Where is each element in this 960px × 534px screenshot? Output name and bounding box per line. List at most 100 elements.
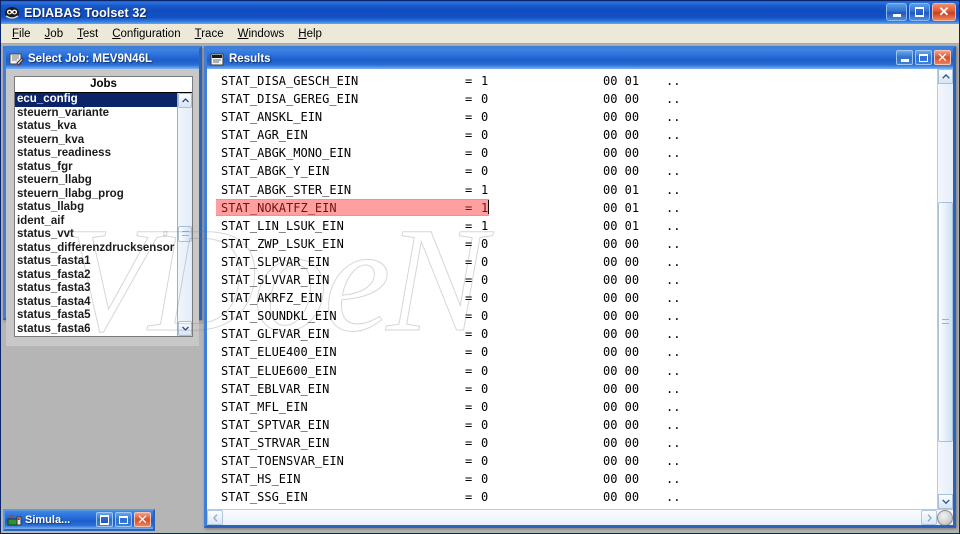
result-row[interactable]: STAT_DISA_GESCH_EIN = 1 00 01.. — [207, 72, 937, 90]
result-value: 0 — [481, 453, 489, 468]
job-list-item[interactable]: status_kva — [15, 120, 177, 134]
results-window-controls: ✕ — [896, 50, 951, 65]
results-icon — [210, 53, 225, 66]
menu-item-job[interactable]: Job — [38, 26, 71, 42]
job-list-item[interactable]: status_differenzdrucksensor — [15, 242, 177, 256]
result-row[interactable]: STAT_SLPVAR_EIN = 0 00 00.. — [207, 253, 937, 271]
result-row[interactable]: STAT_ANSKL_EIN = 0 00 00.. — [207, 108, 937, 126]
results-maximize-button[interactable] — [915, 50, 932, 65]
result-row[interactable]: STAT_DISA_GEREG_EIN = 0 00 00.. — [207, 90, 937, 108]
job-list-item[interactable]: ecu_config — [15, 93, 177, 107]
job-list-item[interactable]: steuern_kva — [15, 134, 177, 148]
result-row[interactable]: STAT_ABGK_MONO_EIN = 0 00 00.. — [207, 144, 937, 162]
result-row[interactable]: STAT_EBLVAR_EIN = 0 00 00.. — [207, 380, 937, 398]
result-row[interactable]: STAT_ZWP_LSUK_EIN = 0 00 00.. — [207, 235, 937, 253]
result-row[interactable]: STAT_SPTVAR_EIN = 0 00 00.. — [207, 416, 937, 434]
result-row[interactable]: STAT_AGR_EIN = 0 00 00.. — [207, 126, 937, 144]
results-vertical-scrollbar[interactable] — [937, 69, 953, 509]
results-body: STAT_DISA_GESCH_EIN = 1 00 01.. STAT_DISA_GE… — [207, 69, 953, 525]
job-list-item[interactable]: status_fasta3 — [15, 282, 177, 296]
menu-item-trace[interactable]: Trace — [188, 26, 231, 42]
results-horizontal-scrollbar[interactable] — [207, 509, 953, 525]
result-dots: .. — [666, 164, 681, 179]
result-row[interactable]: STAT_EGS_EIN = 1 00 01.. — [207, 506, 937, 509]
result-value: 0 — [481, 472, 489, 487]
menu-item-file[interactable]: File — [5, 26, 38, 42]
result-row[interactable]: STAT_HS_EIN = 0 00 00.. — [207, 470, 937, 488]
result-dots: .. — [666, 417, 681, 432]
result-row[interactable]: STAT_NOKATFZ_EIN = 1 00 01.. — [207, 198, 937, 217]
result-hex: 00 00 — [603, 146, 640, 161]
job-list-item[interactable]: status_vvt — [15, 228, 177, 242]
jobs-vertical-scrollbar[interactable] — [177, 93, 192, 336]
menu-item-configuration[interactable]: Configuration — [105, 26, 187, 42]
jobs-scroll-thumb[interactable] — [178, 226, 192, 242]
result-value: 0 — [481, 309, 489, 324]
result-row[interactable]: STAT_ELUE600_EIN = 0 00 00.. — [207, 362, 937, 380]
scroll-thumb-grip — [181, 231, 189, 236]
results-resize-grip[interactable] — [937, 510, 953, 525]
job-list-item[interactable]: status_fasta2 — [15, 269, 177, 283]
jobs-scroll-down-button[interactable] — [178, 321, 192, 336]
result-row[interactable]: STAT_STRVAR_EIN = 0 00 00.. — [207, 434, 937, 452]
result-row[interactable]: STAT_ABGK_Y_EIN = 0 00 00.. — [207, 162, 937, 180]
job-list-item[interactable]: status_fasta4 — [15, 296, 177, 310]
job-list-item[interactable]: status_llabg — [15, 201, 177, 215]
menu-item-help[interactable]: Help — [291, 26, 329, 42]
results-close-button[interactable]: ✕ — [934, 50, 951, 65]
close-button[interactable]: ✕ — [932, 3, 956, 21]
results-rows-container[interactable]: STAT_DISA_GESCH_EIN = 1 00 01.. STAT_DISA_GE… — [207, 69, 937, 509]
result-row[interactable]: STAT_SLVVAR_EIN = 0 00 00.. — [207, 271, 937, 289]
result-name: STAT_ABGK_STER_EIN — [221, 182, 352, 197]
simulation-icon — [7, 514, 22, 527]
menu-item-windows[interactable]: Windows — [231, 26, 292, 42]
results-scroll-track[interactable] — [938, 84, 953, 494]
menu-item-test[interactable]: Test — [70, 26, 105, 42]
restore-button[interactable] — [909, 3, 930, 21]
job-list-item[interactable]: status_fgr — [15, 161, 177, 175]
job-list-item[interactable]: steuern_variante — [15, 107, 177, 121]
result-row[interactable]: STAT_ELUE400_EIN = 0 00 00.. — [207, 343, 937, 361]
result-value: 0 — [481, 435, 489, 450]
simulation-close-button[interactable]: ✕ — [134, 512, 151, 527]
results-hscroll-track[interactable] — [223, 510, 921, 525]
job-list-item[interactable]: steuern_llabg — [15, 174, 177, 188]
result-hex: 00 00 — [603, 236, 640, 251]
result-row[interactable]: STAT_GLFVAR_EIN = 0 00 00.. — [207, 325, 937, 343]
chevron-left-icon — [212, 513, 217, 522]
result-row[interactable]: STAT_SOUNDKL_EIN = 0 00 00.. — [207, 307, 937, 325]
jobs-scroll-up-button[interactable] — [178, 93, 192, 108]
jobs-list[interactable]: ecu_config steuern_variante status_kva steu… — [15, 93, 177, 336]
result-hex: 00 00 — [603, 92, 640, 107]
job-list-item[interactable]: status_fasta6 — [15, 323, 177, 337]
result-row[interactable]: STAT_TOENSVAR_EIN = 0 00 00.. — [207, 452, 937, 470]
results-scroll-left-button[interactable] — [207, 510, 223, 525]
results-scroll-up-button[interactable] — [938, 69, 953, 84]
result-row[interactable]: STAT_LIN_LSUK_EIN = 1 00 01.. — [207, 217, 937, 235]
job-list-item[interactable]: status_fasta1 — [15, 255, 177, 269]
simulation-restore-button[interactable] — [96, 512, 113, 527]
result-row[interactable]: STAT_AKRFZ_EIN = 0 00 00.. — [207, 289, 937, 307]
results-scroll-thumb[interactable] — [938, 202, 953, 442]
results-minimize-button[interactable] — [896, 50, 913, 65]
result-value: 0 — [481, 128, 489, 143]
job-list-item[interactable]: status_fasta5 — [15, 309, 177, 323]
minimize-button[interactable] — [886, 3, 907, 21]
result-hex: 00 01 — [603, 74, 640, 88]
close-icon: ✕ — [937, 49, 948, 65]
job-list-item[interactable]: steuern_llabg_prog — [15, 188, 177, 202]
result-hex: 00 00 — [603, 254, 640, 269]
result-hex: 00 00 — [603, 399, 640, 414]
minimized-simulation-window[interactable]: Simula... ✕ — [3, 509, 155, 531]
result-row[interactable]: STAT_SSG_EIN = 0 00 00.. — [207, 488, 937, 506]
result-dots: .. — [666, 345, 681, 360]
simulation-maximize-button[interactable] — [115, 512, 132, 527]
chevron-up-icon — [941, 74, 950, 79]
result-row[interactable]: STAT_ABGK_STER_EIN = 1 00 01.. — [207, 181, 937, 199]
job-list-item[interactable]: status_readiness — [15, 147, 177, 161]
jobs-scroll-track[interactable] — [178, 108, 192, 321]
result-row[interactable]: STAT_MFL_EIN = 0 00 00.. — [207, 398, 937, 416]
results-scroll-right-button[interactable] — [921, 510, 937, 525]
job-list-item[interactable]: ident_aif — [15, 215, 177, 229]
results-scroll-down-button[interactable] — [938, 494, 953, 509]
